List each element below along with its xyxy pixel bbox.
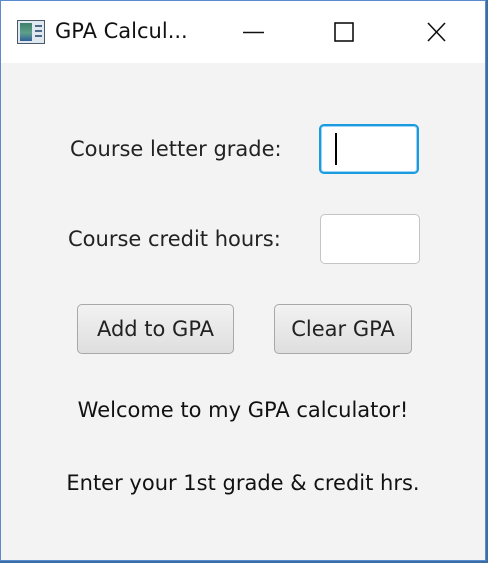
maximize-icon [334,22,354,42]
add-to-gpa-button[interactable]: Add to GPA [77,304,234,354]
grade-input[interactable] [319,124,419,174]
credit-hours-label: Course credit hours: [68,227,281,251]
java-app-icon[interactable] [17,20,45,44]
window-title: GPA Calcul... [55,19,188,43]
app-icon-line [35,25,42,27]
credit-hours-input[interactable] [320,214,420,264]
clear-gpa-button[interactable]: Clear GPA [274,304,412,354]
instruction-message: Enter your 1st grade & credit hrs. [66,471,420,495]
app-icon-line [35,35,42,37]
close-icon [427,22,446,42]
grade-label: Course letter grade: [70,137,282,161]
app-icon-graphic [20,23,32,41]
text-caret [335,133,337,165]
app-window: GPA Calcul... Course letter grade: Cours… [0,0,486,561]
maximize-button[interactable] [299,1,391,63]
minimize-button[interactable] [207,1,299,63]
title-bar[interactable]: GPA Calcul... [1,1,485,63]
app-icon-line [35,30,42,32]
close-button[interactable] [391,1,483,63]
minimize-icon [243,31,264,34]
welcome-message: Welcome to my GPA calculator! [77,398,409,422]
